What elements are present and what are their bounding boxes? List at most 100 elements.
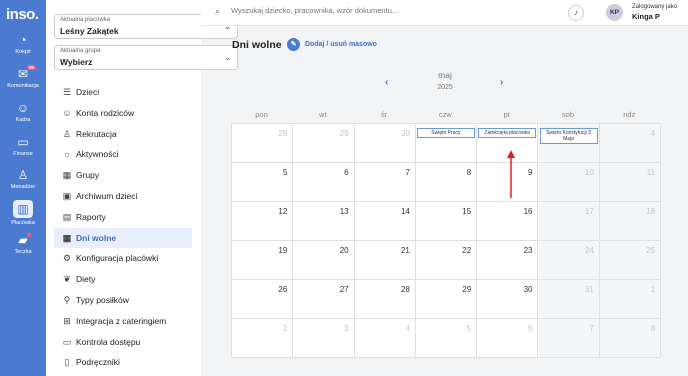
app-rail: inso. ◔ Kokpit ✉ Komunikacja 99 ☺ Kadra ▭ Finans… (0, 0, 46, 376)
calendar-day-cell[interactable]: 18 (599, 202, 662, 241)
calendar-day-cell[interactable]: 27 (293, 280, 355, 319)
calendar-day-cell[interactable]: 19 (232, 241, 294, 280)
wallet-icon: ▭ (17, 135, 29, 149)
weekday-header: śr (380, 110, 388, 119)
calendar-day-cell[interactable]: 26 (232, 280, 294, 319)
calendar-day-cell[interactable]: 17 (538, 202, 600, 241)
calendar-day-cell[interactable]: 1 (599, 280, 662, 319)
sidebar-item-konfiguracja-placówki[interactable]: ⚙ Konfiguracja placówki (54, 248, 192, 268)
calendar-day-cell[interactable]: 24 (538, 241, 600, 280)
list-icon: ☰ (62, 87, 72, 97)
weekday-header: pon (255, 110, 268, 119)
calendar-day-cell[interactable]: 3 (293, 319, 355, 358)
calendar-day-cell[interactable]: 31 (538, 280, 600, 319)
day-off-event[interactable]: Święto Konstytucji 3 Maja (539, 128, 598, 144)
day-number: 20 (339, 246, 349, 255)
calendar-day-cell[interactable]: 16 (477, 202, 539, 241)
calendar-day-cell[interactable]: 5 (415, 319, 478, 358)
rail-item-teczka[interactable]: ▰ Teczka (0, 233, 46, 255)
calendar-day-cell[interactable]: 20 (293, 241, 355, 280)
calendar-day-cell[interactable]: 29 (293, 124, 355, 163)
user-name: Kinga P (632, 12, 660, 21)
sidebar-item-label: Dzieci (76, 87, 100, 97)
sidebar-item-dzieci[interactable]: ☰ Dzieci (54, 82, 192, 102)
rail-item-komunikacja[interactable]: ✉ Komunikacja 99 (0, 65, 46, 89)
calendar-day-cell[interactable]: 22 (415, 241, 478, 280)
day-number: 22 (462, 246, 472, 255)
calendar-day-cell[interactable]: 2 (232, 319, 294, 358)
day-number: 31 (584, 285, 594, 294)
calendar-day-cell[interactable]: 13 (293, 202, 355, 241)
calendar-day-cell[interactable]: 6 (477, 319, 539, 358)
sidebar-item-integracja-z-cateringiem[interactable]: ⊞ Integracja z cateringiem (54, 311, 192, 331)
day-number: 23 (523, 246, 533, 255)
sidebar-item-konta-rodziców[interactable]: ☺ Konta rodziców (54, 103, 192, 123)
calendar-day-cell[interactable]: 6 (293, 163, 355, 202)
calendar-day-cell[interactable]: 14 (354, 202, 416, 241)
calendar-day-cell[interactable]: 8 (599, 319, 662, 358)
calendar-day-cell[interactable]: 30 (477, 280, 539, 319)
calendar-day-cell[interactable]: 4 (599, 124, 662, 163)
calendar-day-cell[interactable]: 21 (354, 241, 416, 280)
sidebar-item-typy-posiłków[interactable]: ⚲ Typy posiłków (54, 290, 192, 310)
calendar-day-cell[interactable]: 15 (415, 202, 478, 241)
next-month-button[interactable]: › (500, 77, 503, 88)
top-bar: ⌕ ♪ KP Zalogowany jako Kinga P (201, 0, 688, 26)
sidebar-item-label: Integracja z cateringiem (76, 315, 167, 326)
sidebar-item-aktywności[interactable]: ☼ Aktywności (54, 144, 192, 164)
sidebar-item-raporty[interactable]: ▤ Raporty (54, 207, 192, 227)
prev-month-button[interactable]: ‹ (385, 77, 388, 88)
catering-icon: ⊞ (63, 315, 71, 326)
sidebar-item-label: Kontrola dostępu (76, 336, 141, 347)
calendar-day-cell[interactable]: 8 (415, 163, 478, 202)
day-number: 26 (278, 285, 288, 294)
rail-item-menadżer[interactable]: ♙ Menadżer (0, 168, 46, 190)
sidebar-item-dni-wolne[interactable]: ▦ Dni wolne (54, 227, 192, 248)
sidebar-item-podręczniki[interactable]: ▯ Podręczniki (54, 352, 192, 372)
bell-icon[interactable]: ♪ (568, 5, 584, 21)
search-input[interactable] (231, 6, 431, 15)
calendar-day-cell[interactable]: 29 (415, 280, 478, 319)
calendar-day-cell[interactable]: 3Święto Konstytucji 3 Maja (538, 124, 600, 163)
archive-icon: ▣ (62, 191, 72, 201)
rail-item-kokpit[interactable]: ◔ Kokpit (0, 33, 46, 55)
rail-item-kadra[interactable]: ☺ Kadra (0, 101, 46, 123)
activity-icon: ☼ (62, 149, 72, 160)
sidebar-item-grupy[interactable]: ▦ Grupy (54, 165, 192, 185)
calendar-day-cell[interactable]: 11 (599, 163, 662, 202)
people-icon: ☺ (16, 101, 30, 115)
sidebar-item-rekrutacja[interactable]: ♙ Rekrutacja (54, 124, 192, 144)
day-off-event[interactable]: Święto Pracy (416, 128, 475, 138)
sidebar-item-archiwum-dzieci[interactable]: ▣ Archiwum dzieci (54, 186, 192, 206)
rail-item-placówka[interactable]: ▥ Placówka (0, 200, 46, 226)
rail-item-finanse[interactable]: ▭ Finanse (0, 135, 46, 157)
group-select[interactable]: Aktualna grupa Wybierz ⌄ (54, 45, 238, 70)
day-number: 28 (278, 129, 288, 138)
day-number: 19 (278, 246, 288, 255)
day-number: 28 (400, 285, 410, 294)
day-off-event[interactable]: Zamknięta placówka (478, 128, 537, 138)
calendar-day-cell[interactable]: 30 (354, 124, 416, 163)
calendar-day-cell[interactable]: 7 (354, 163, 416, 202)
calendar-day-cell[interactable]: 1Święto Pracy (415, 124, 478, 163)
calendar-day-cell[interactable]: 28 (354, 280, 416, 319)
add-remove-bulk-button[interactable]: ✎ Dodaj / usuń masowo (287, 38, 387, 52)
rail-item-label: Komunikacja (7, 83, 39, 89)
avatar[interactable]: KP (606, 4, 623, 21)
calendar-day-cell[interactable]: 28 (232, 124, 294, 163)
calendar-day-cell[interactable]: 12 (232, 202, 294, 241)
calendar-day-cell[interactable]: 23 (477, 241, 539, 280)
weekday-header: ndz (623, 110, 636, 119)
rail-item-label: Placówka (11, 220, 35, 226)
sidebar-item-diety[interactable]: ❦ Diety (54, 269, 192, 289)
pencil-icon: ✎ (287, 38, 300, 51)
calendar-day-cell[interactable]: 4 (354, 319, 416, 358)
calendar-day-cell[interactable]: 7 (538, 319, 600, 358)
dashboard-icon: ◔ (19, 33, 27, 47)
day-number: 7 (589, 324, 594, 333)
day-number: 5 (282, 168, 288, 177)
calendar-day-cell[interactable]: 5 (232, 163, 294, 202)
calendar-day-cell[interactable]: 25 (599, 241, 662, 280)
calendar-day-cell[interactable]: 10 (538, 163, 600, 202)
sidebar-item-kontrola-dostępu[interactable]: ▭ Kontrola dostępu (54, 332, 192, 352)
